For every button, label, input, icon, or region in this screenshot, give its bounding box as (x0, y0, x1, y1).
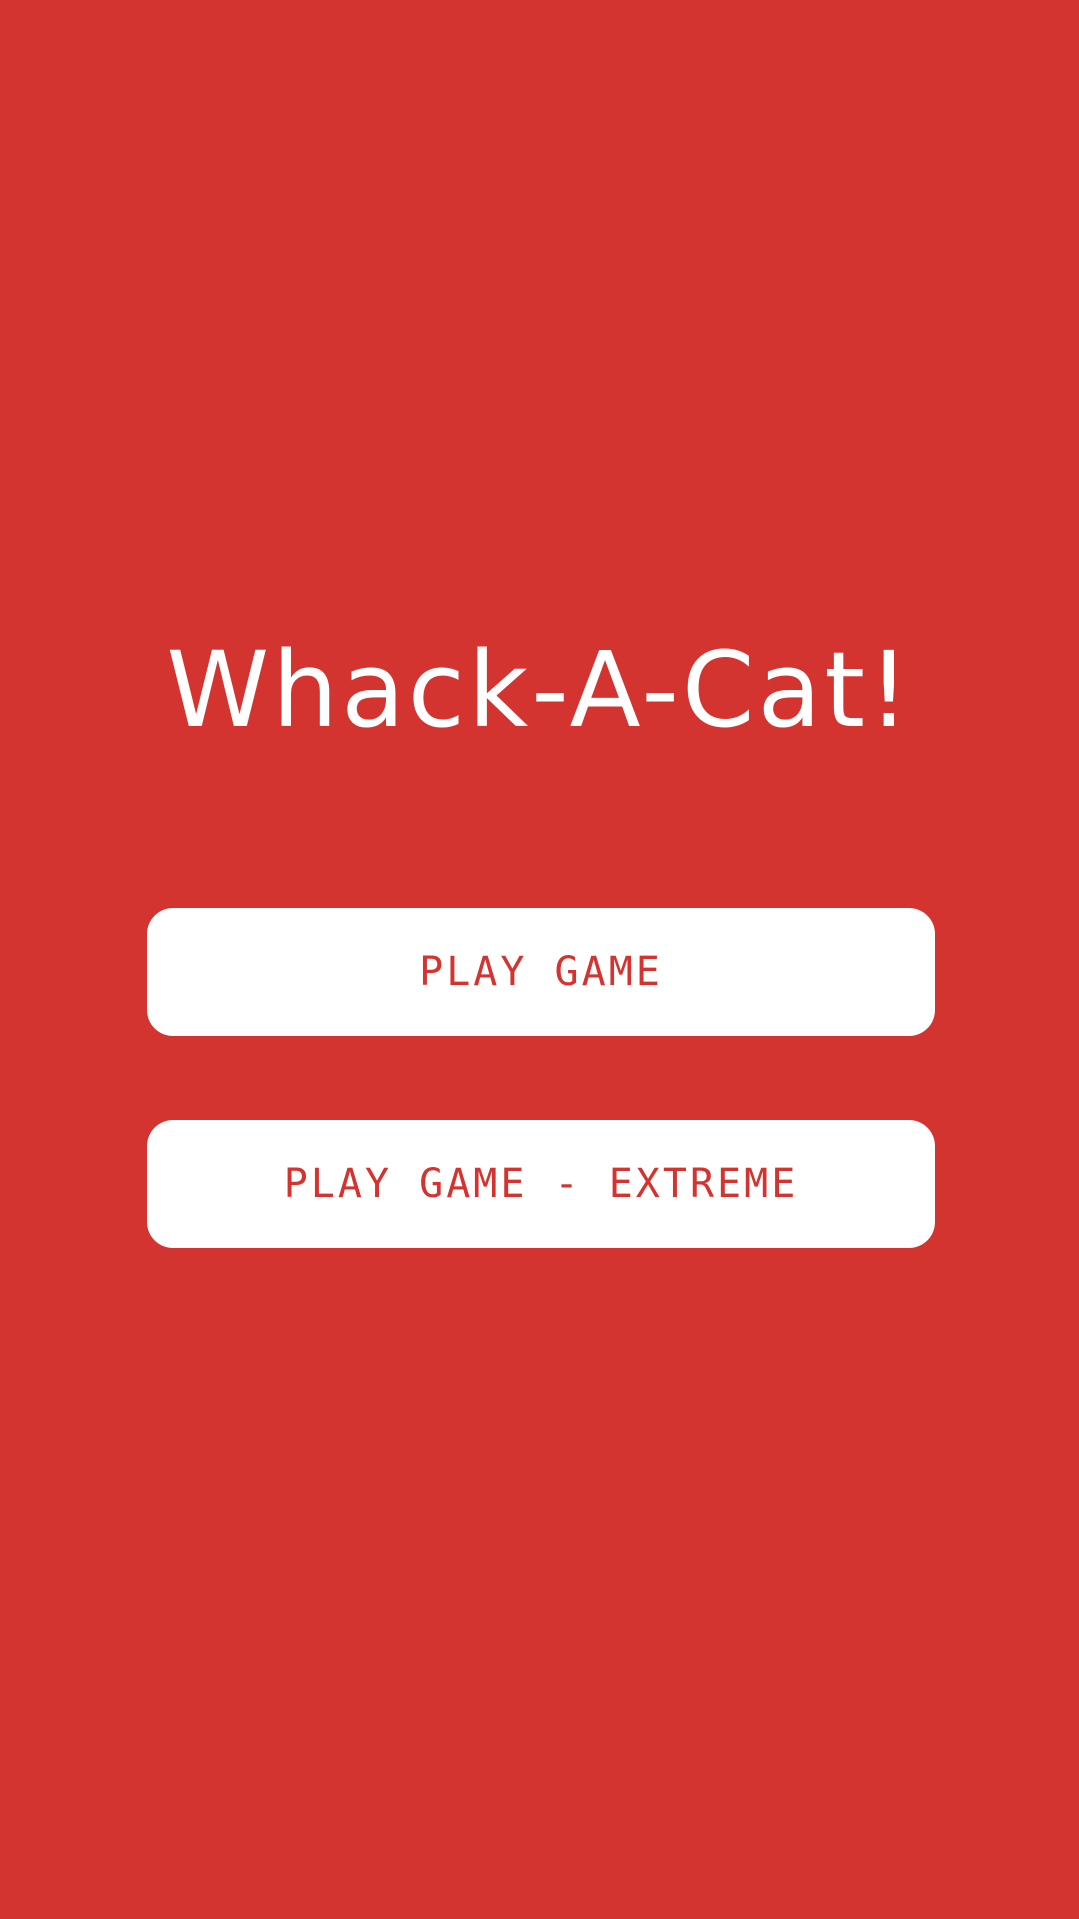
game-title: Whack-A-Cat! (166, 629, 913, 751)
play-game-extreme-button-label: PLAY GAME - EXTREME (283, 1161, 799, 1207)
play-game-button[interactable]: PLAY GAME (147, 908, 935, 1036)
main-menu-screen: Whack-A-Cat! PLAY GAME PLAY GAME - EXTRE… (0, 0, 1079, 1919)
play-game-button-label: PLAY GAME (419, 949, 663, 995)
play-game-extreme-button[interactable]: PLAY GAME - EXTREME (147, 1120, 935, 1248)
